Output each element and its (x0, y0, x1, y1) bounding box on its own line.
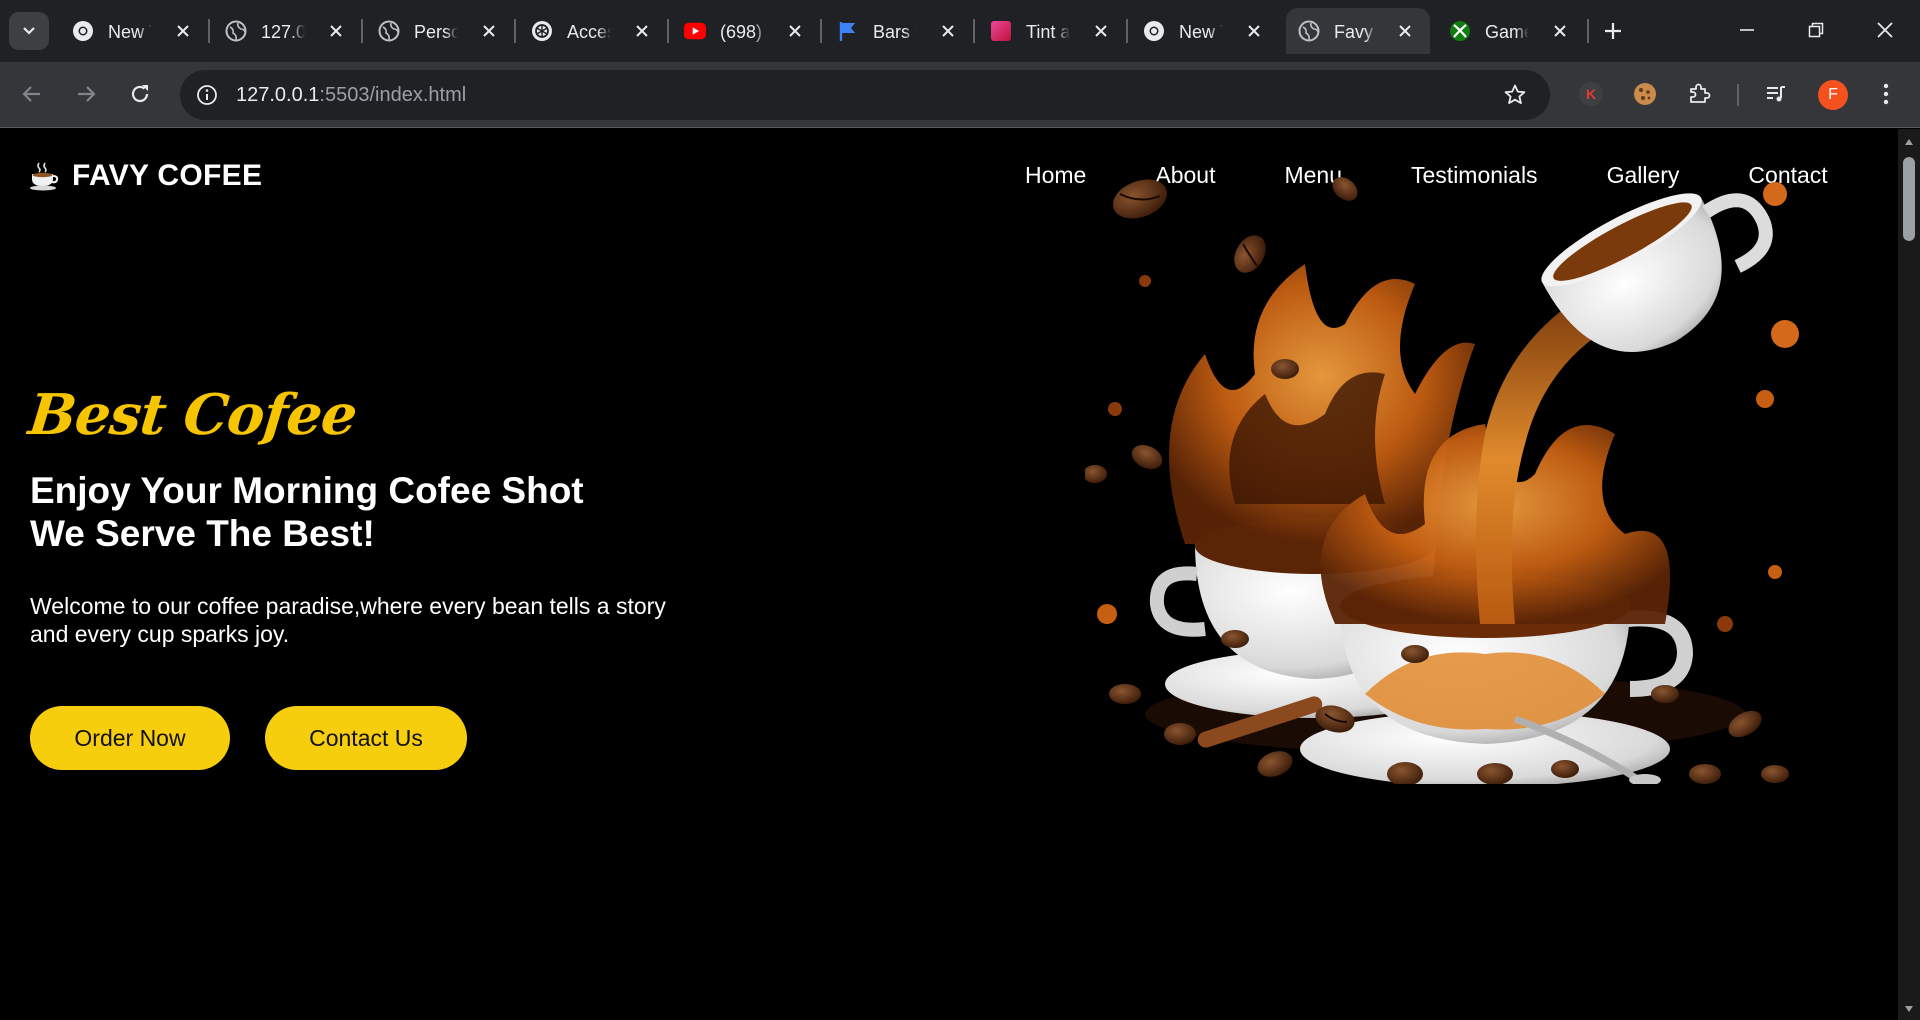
tab-bars[interactable]: Bars Ch (825, 8, 973, 54)
globe-icon (225, 20, 247, 42)
minimize-button[interactable] (1725, 10, 1769, 50)
hero-description: Welcome to our coffee paradise,where eve… (30, 593, 666, 647)
address-bar[interactable]: 127.0.0.1:5503/index.html (180, 70, 1550, 120)
close-icon[interactable] (1090, 20, 1112, 42)
close-icon[interactable] (1549, 20, 1571, 42)
puzzle-icon (1690, 83, 1711, 103)
tab-title: Favy cofee (1334, 22, 1378, 42)
url-text[interactable]: 127.0.0.1:5503/index.html (236, 83, 466, 107)
tab-games[interactable]: Games (1437, 8, 1585, 54)
page-scrollbar[interactable] (1898, 129, 1920, 1020)
close-icon[interactable] (478, 20, 500, 42)
flag-icon (837, 20, 859, 42)
new-tab-button[interactable] (1595, 14, 1631, 48)
tab-strip: New Tab 127.0.0.1 Personal Accessibility… (0, 0, 1920, 62)
hero-title-line-2: We Serve The Best! (30, 513, 375, 554)
hero-kicker: Best Cofee (25, 382, 360, 448)
tab-title: New Tab (108, 22, 152, 42)
hero-coffee-splash-image (1085, 177, 1799, 784)
restore-button[interactable] (1794, 10, 1838, 50)
tab-personal[interactable]: Personal (366, 8, 514, 54)
hero-title-line-1: Enjoy Your Morning Cofee Shot (30, 470, 584, 511)
hero-title: Enjoy Your Morning Cofee Shot We Serve T… (30, 469, 730, 555)
plus-icon (1605, 23, 1621, 39)
chevron-down-icon (23, 27, 35, 35)
media-control-button[interactable] (1758, 76, 1794, 112)
chrome-menu-button[interactable] (1868, 76, 1904, 112)
scrollbar-thumb[interactable] (1903, 157, 1915, 241)
scroll-up-arrow-icon[interactable] (1898, 135, 1920, 149)
cookie-extension-button[interactable] (1627, 76, 1663, 112)
xbox-icon (1449, 20, 1471, 42)
page-viewport: FAVY COFEE Home About Menu Testimonials … (0, 129, 1898, 1020)
minimize-icon (1740, 29, 1754, 31)
coffee-cup-icon (30, 162, 59, 191)
more-vert-icon (1883, 83, 1889, 105)
site-info-icon[interactable] (194, 82, 220, 108)
reload-button[interactable] (122, 76, 158, 112)
tab-title: Bars Ch (873, 22, 917, 42)
tab-search-button[interactable] (9, 12, 49, 50)
reload-icon (131, 85, 149, 103)
tab-title: (698) (720, 22, 763, 42)
back-button[interactable] (14, 76, 50, 112)
url-path: :5503/index.html (319, 84, 467, 106)
tab-favy-cofee[interactable]: Favy cofee (1286, 8, 1430, 54)
svg-text:K: K (1586, 86, 1596, 102)
arrow-right-icon (78, 86, 96, 102)
tab-127[interactable]: 127.0.0.1 (213, 8, 361, 54)
nav-home[interactable]: Home (1025, 162, 1086, 189)
tab-title: Personal (414, 22, 458, 42)
scroll-down-arrow-icon[interactable] (1898, 1002, 1920, 1016)
site-logo[interactable]: FAVY COFEE (28, 159, 262, 193)
chrome-icon (72, 20, 94, 42)
globe-icon (378, 20, 400, 42)
extensions-button[interactable] (1681, 76, 1717, 112)
profile-avatar[interactable]: F (1818, 80, 1848, 110)
tab-title: Accessibility (567, 22, 611, 42)
playlist-music-icon (1767, 86, 1785, 102)
cookie-icon (1634, 83, 1656, 105)
tab-youtube[interactable]: (698) (672, 8, 820, 54)
close-icon[interactable] (784, 20, 806, 42)
close-icon[interactable] (1243, 20, 1265, 42)
close-icon[interactable] (325, 20, 347, 42)
restore-icon (1808, 22, 1824, 38)
order-now-button[interactable]: Order Now (30, 706, 230, 770)
close-icon[interactable] (631, 20, 653, 42)
extension-k-button[interactable]: K (1573, 76, 1609, 112)
contact-us-button[interactable]: Contact Us (265, 706, 467, 770)
arrow-left-icon (22, 86, 40, 102)
globe-icon (1298, 20, 1320, 42)
tab-title: Tint and (1026, 22, 1070, 42)
forward-button[interactable] (68, 76, 104, 112)
tab-title: New Tab (1179, 22, 1223, 42)
openai-icon (531, 20, 553, 42)
close-icon[interactable] (937, 20, 959, 42)
tab-new-tab-1[interactable]: New Tab (60, 8, 208, 54)
tab-tint[interactable]: Tint and (978, 8, 1126, 54)
tab-title: 127.0.0.1 (261, 22, 305, 42)
tab-title: Games (1485, 22, 1529, 42)
close-icon[interactable] (172, 20, 194, 42)
tab-new-tab-2[interactable]: New Tab (1131, 8, 1279, 54)
brand-name: FAVY COFEE (72, 159, 263, 192)
close-icon (1877, 22, 1893, 38)
app-icon (990, 20, 1012, 42)
youtube-icon (684, 20, 706, 42)
tab-accessibility[interactable]: Accessibility (519, 8, 667, 54)
chrome-icon (1143, 20, 1165, 42)
browser-toolbar: 127.0.0.1:5503/index.html K (0, 62, 1920, 128)
url-host: 127.0.0.1 (236, 84, 320, 106)
extension-k-icon: K (1579, 82, 1603, 106)
bookmark-star-icon[interactable] (1502, 82, 1528, 108)
close-icon[interactable] (1394, 20, 1416, 42)
close-window-button[interactable] (1863, 10, 1907, 50)
